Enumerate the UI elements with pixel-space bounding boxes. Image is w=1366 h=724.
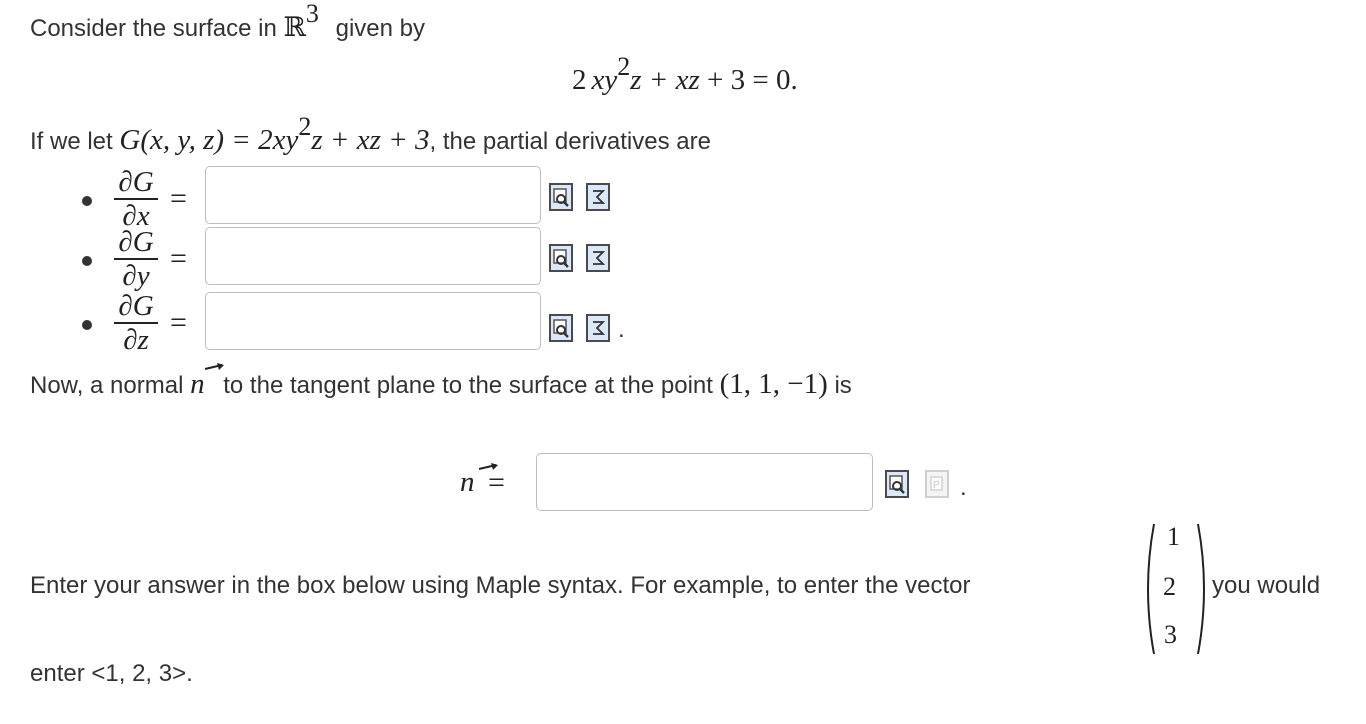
normal-point: (1, 1, −1) [719, 368, 828, 400]
normal-prefix: Now, a normal [30, 372, 184, 399]
define-suffix: , the partial derivatives are [429, 128, 711, 155]
definition-line: If we let G(x, y, z) = 2xy2z + xz + 3, t… [30, 112, 711, 157]
vector-entry: 2 [1163, 572, 1176, 601]
normal-suffix: is [834, 372, 852, 399]
vector-arrow-icon [204, 363, 225, 370]
instructions-after: you would [1212, 572, 1321, 599]
normal-line: Now, a normal n to the tangent plane to … [30, 363, 852, 401]
equals-sign: = [170, 306, 187, 339]
vector-entry: 1 [1167, 522, 1180, 551]
define-prefix: If we let [30, 128, 120, 155]
vector-n-letter: n [190, 368, 205, 400]
equation-editor-icon[interactable] [586, 183, 610, 211]
fraction-dG-dy: ∂G ∂y [114, 226, 158, 292]
dG-dz-input[interactable] [205, 292, 541, 350]
instructions-text: Enter your answer in the box below using… [30, 572, 971, 599]
normal-vector-input[interactable] [536, 453, 873, 511]
preview-icon[interactable] [549, 183, 573, 211]
equation-editor-icon[interactable] [586, 244, 610, 272]
instructions-last-line: enter <1, 2, 3>. [30, 660, 193, 687]
plot-icon: P [925, 470, 949, 498]
preview-icon[interactable] [885, 470, 909, 498]
answer-n-letter: n [460, 466, 475, 498]
eq-exp: 2 [617, 52, 631, 81]
normal-middle: to the tangent plane to the surface at t… [223, 372, 713, 399]
fraction-dG-dx: ∂G ∂x [114, 166, 158, 231]
intro-line: Consider the surface in ℝ3 given by [30, 0, 425, 43]
dG-dx-input[interactable] [205, 166, 541, 224]
vector-n-symbol: n [190, 363, 225, 400]
intro-suffix: given by [335, 15, 425, 42]
fraction-numerator: ∂G [118, 290, 154, 322]
equals-sign: = [170, 242, 187, 275]
define-exp: 2 [298, 112, 312, 141]
fraction-numerator: ∂G [118, 166, 154, 198]
bullet [82, 256, 92, 266]
trailing-period: . [618, 316, 625, 343]
intro-prefix: Consider the surface in [30, 15, 284, 42]
surface-equation: 2 xy2z + xz + 3 = 0. [572, 52, 798, 97]
equation-editor-icon[interactable] [586, 314, 610, 342]
eq-xy: xy [591, 64, 618, 96]
eq-coef: 2 [572, 64, 587, 96]
equals-sign: = [170, 182, 187, 215]
fraction-denominator: ∂z [123, 324, 149, 356]
preview-icon[interactable] [549, 244, 573, 272]
define-xy: xy [272, 124, 299, 156]
dG-dy-input[interactable] [205, 227, 541, 285]
fraction-numerator: ∂G [118, 226, 154, 258]
trailing-period: . [960, 474, 967, 501]
answer-n-label: n [460, 463, 498, 499]
bullet [82, 320, 92, 330]
preview-icon[interactable] [549, 314, 573, 342]
bullet [82, 196, 92, 206]
eq-z: z + [630, 64, 676, 96]
equals-sign: = [488, 466, 505, 499]
real-space-exponent: 3 [305, 0, 319, 28]
eq-xz: xz [675, 64, 700, 96]
svg-text:P: P [933, 480, 940, 491]
define-rest: z + xz + 3 [311, 124, 430, 156]
define-function: G(x, y, z) = 2 [119, 124, 273, 156]
fraction-dG-dz: ∂G ∂z [114, 290, 158, 356]
eq-rest: + 3 = 0. [699, 64, 798, 96]
real-space-symbol: ℝ [283, 12, 306, 42]
vector-entry: 3 [1164, 620, 1177, 649]
fraction-denominator: ∂y [122, 260, 150, 292]
